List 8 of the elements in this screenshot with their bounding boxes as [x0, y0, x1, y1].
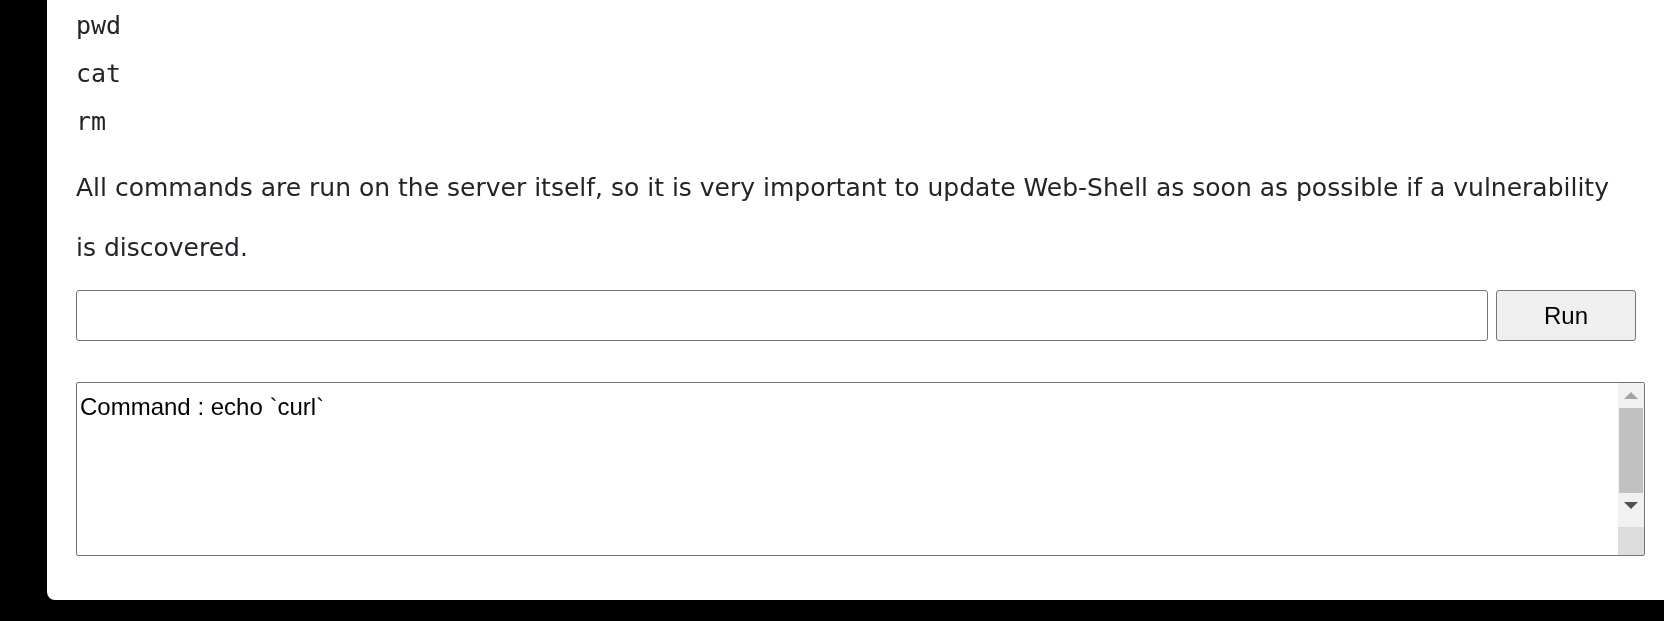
command-text: rm: [76, 106, 108, 138]
run-button[interactable]: Run: [1496, 290, 1636, 341]
scrollbar-drawing[interactable]: [1618, 383, 1644, 555]
output-text: Command : echo `curl`: [79, 392, 325, 421]
command-text: cat: [76, 58, 123, 90]
command-input[interactable]: [76, 290, 1488, 341]
command-text: pwd: [76, 10, 123, 42]
notice-text: All commands are run on the server itself, so it is very important to update Web-Shell as soon as possible if a vulnerability is discovered.: [76, 172, 1610, 264]
